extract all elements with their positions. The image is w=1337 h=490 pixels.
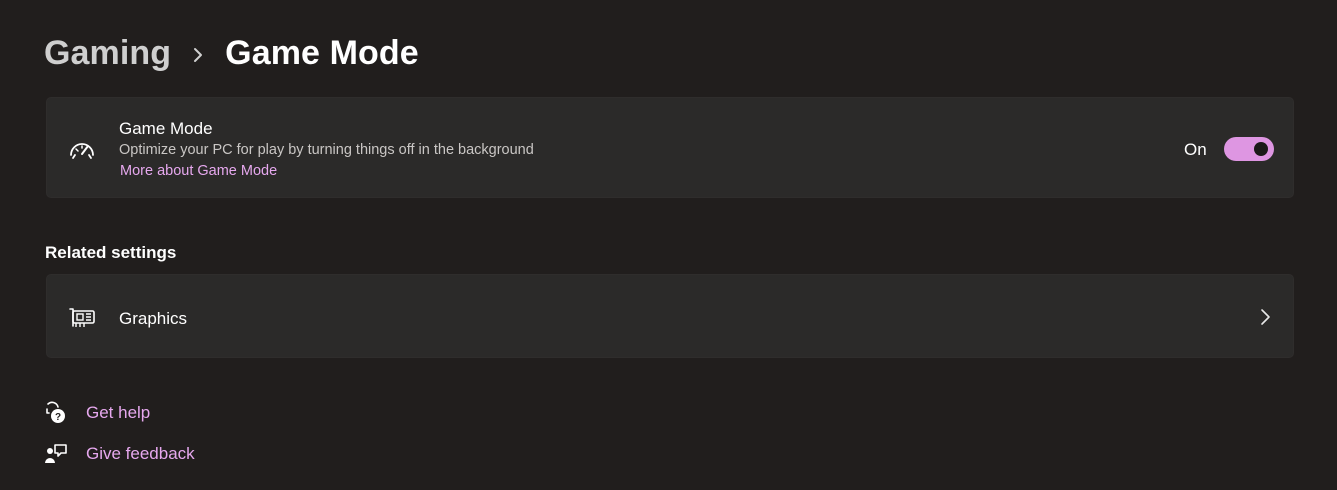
page-title: Game Mode: [225, 33, 419, 72]
game-mode-description: Optimize your PC for play by turning thi…: [119, 142, 534, 158]
feedback-icon: [44, 442, 68, 466]
graphics-settings-item[interactable]: Graphics: [46, 274, 1294, 358]
give-feedback-label: Give feedback: [86, 444, 195, 463]
game-mode-toggle[interactable]: [1224, 137, 1274, 161]
graphics-label: Graphics: [119, 309, 188, 328]
breadcrumb: Gaming Game Mode: [44, 30, 419, 76]
give-feedback-link[interactable]: Give feedback: [44, 442, 195, 466]
help-chat-icon: ?: [44, 401, 68, 425]
game-mode-title: Game Mode: [119, 119, 213, 138]
toggle-state-label: On: [1184, 140, 1207, 159]
get-help-label: Get help: [86, 403, 151, 422]
related-settings-heading: Related settings: [45, 243, 177, 262]
breadcrumb-chevron-icon: [171, 34, 225, 73]
get-help-link[interactable]: ? Get help: [44, 401, 150, 425]
speedometer-icon: [68, 135, 96, 163]
svg-text:?: ?: [55, 412, 61, 423]
game-mode-card: Game Mode Optimize your PC for play by t…: [46, 97, 1294, 198]
breadcrumb-gaming[interactable]: Gaming: [44, 34, 171, 73]
chevron-right-icon: [1258, 308, 1272, 326]
toggle-knob: [1254, 142, 1268, 156]
graphics-card-icon: [68, 304, 96, 332]
more-about-game-mode-link[interactable]: More about Game Mode: [120, 163, 277, 179]
